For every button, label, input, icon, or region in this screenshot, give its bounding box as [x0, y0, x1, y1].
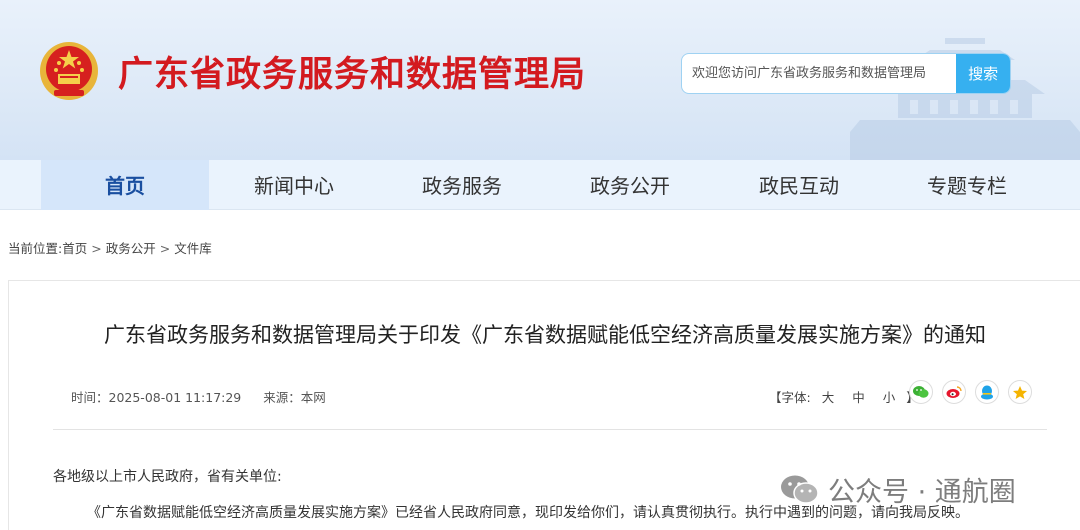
- qq-icon: [981, 385, 993, 399]
- wechat-icon: [913, 386, 929, 398]
- site-title: 广东省政务服务和数据管理局: [118, 55, 587, 95]
- font-size-small[interactable]: 小: [883, 390, 896, 405]
- weibo-share-button[interactable]: [942, 380, 966, 404]
- breadcrumb-prefix: 当前位置:: [8, 241, 63, 256]
- wechat-share-button[interactable]: [909, 380, 933, 404]
- nav-item-interaction[interactable]: 政民互动: [715, 160, 883, 210]
- breadcrumb-item-home[interactable]: 首页: [62, 241, 87, 256]
- nav-item-services[interactable]: 政务服务: [378, 160, 546, 210]
- article-title: 广东省政务服务和数据管理局关于印发《广东省数据赋能低空经济高质量发展实施方案》的…: [104, 323, 986, 347]
- watermark-text: 公众号 · 通航圈: [828, 477, 1016, 508]
- favorite-icon: [1013, 385, 1027, 399]
- search-button[interactable]: 搜索: [956, 54, 1010, 93]
- article-source: 来源：本网: [263, 390, 326, 405]
- article-paragraph: 各地级以上市人民政府，省有关单位:: [53, 469, 282, 485]
- wechat-logo-icon: [781, 475, 819, 504]
- nav-item-disclosure[interactable]: 政务公开: [546, 160, 714, 210]
- main-nav: 首页 新闻中心 政务服务 政务公开 政民互动 专题专栏: [0, 160, 1080, 210]
- favorite-button[interactable]: [1008, 380, 1032, 404]
- breadcrumb: 当前位置:首页 > 政务公开 > 文件库: [8, 238, 212, 257]
- font-size-control: 【字体: 大 中 小 】: [769, 387, 919, 406]
- breadcrumb-item-disclosure[interactable]: 政务公开: [106, 241, 156, 256]
- breadcrumb-item-file-library[interactable]: 文件库: [174, 241, 212, 256]
- font-size-prefix: 【字体:: [769, 390, 811, 405]
- site-header: 广东省政务服务和数据管理局 搜索: [0, 0, 1080, 160]
- divider: [53, 429, 1047, 430]
- article-meta: 时间：2025-08-01 11:17:29 来源：本网: [71, 387, 326, 406]
- wechat-watermark: 公众号 · 通航圈: [780, 470, 1016, 509]
- nav-item-home[interactable]: 首页: [41, 160, 209, 210]
- nav-item-news[interactable]: 新闻中心: [210, 160, 378, 210]
- weibo-icon: [946, 386, 962, 398]
- qq-share-button[interactable]: [975, 380, 999, 404]
- publish-time: 时间：2025-08-01 11:17:29: [71, 390, 242, 405]
- search-input[interactable]: [682, 54, 957, 93]
- breadcrumb-separator: >: [159, 241, 171, 256]
- national-emblem-icon: [40, 42, 98, 100]
- nav-item-topics[interactable]: 专题专栏: [883, 160, 1051, 210]
- font-size-large[interactable]: 大: [822, 390, 835, 405]
- share-buttons: [909, 380, 1032, 404]
- font-size-medium[interactable]: 中: [852, 390, 865, 405]
- breadcrumb-separator: >: [91, 241, 102, 256]
- search-box: 搜索: [681, 53, 1011, 94]
